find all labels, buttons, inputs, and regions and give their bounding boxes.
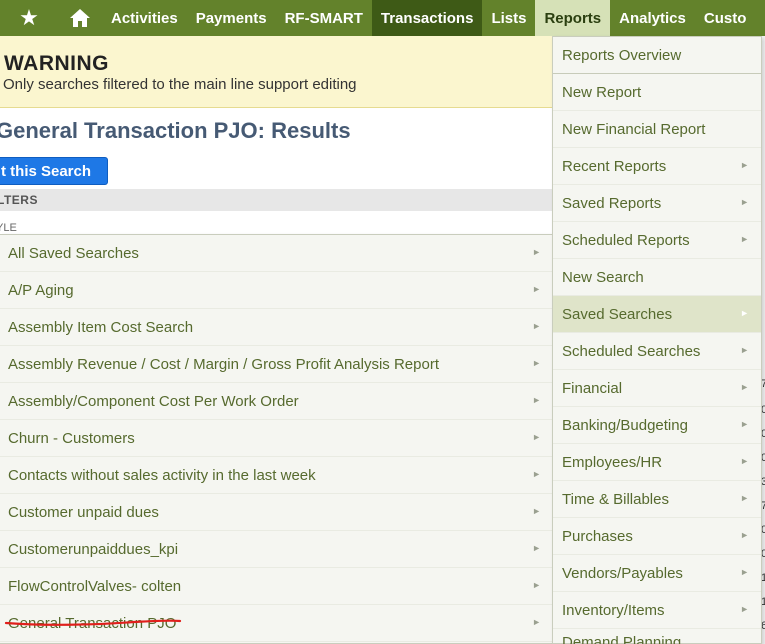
submenu-item-churn-customers[interactable]: Churn - Customers ► <box>0 420 553 457</box>
submenu-item-contacts-without-sales[interactable]: Contacts without sales activity in the l… <box>0 457 553 494</box>
chevron-right-icon: ► <box>740 234 749 244</box>
chevron-right-icon: ► <box>532 432 541 442</box>
menu-item-inventory-items[interactable]: Inventory/Items ► <box>553 592 761 629</box>
menu-item-saved-reports[interactable]: Saved Reports ► <box>553 185 761 222</box>
menu-item-label: Contacts without sales activity in the l… <box>8 466 316 484</box>
menu-item-label: Time & Billables <box>562 490 669 508</box>
menu-item-purchases[interactable]: Purchases ► <box>553 518 761 555</box>
menu-item-new-financial-report[interactable]: New Financial Report <box>553 111 761 148</box>
chevron-right-icon: ► <box>740 419 749 429</box>
menu-item-label: Churn - Customers <box>8 429 135 447</box>
chevron-right-icon: ► <box>532 284 541 294</box>
chevron-right-icon: ► <box>740 160 749 170</box>
submenu-item-ap-aging[interactable]: A/P Aging ► <box>0 272 553 309</box>
menu-item-label: Purchases <box>562 527 633 545</box>
red-underline-annotation <box>4 619 182 626</box>
menu-item-new-search[interactable]: New Search <box>553 259 761 296</box>
nav-activities[interactable]: Activities <box>102 0 187 36</box>
menu-item-label: Assembly/Component Cost Per Work Order <box>8 392 299 410</box>
nav-reports[interactable]: Reports <box>535 0 611 36</box>
submenu-item-assembly-revenue[interactable]: Assembly Revenue / Cost / Margin / Gross… <box>0 346 553 383</box>
nav-customization[interactable]: Custo <box>695 0 756 36</box>
chevron-right-icon: ► <box>532 617 541 627</box>
menu-item-time-billables[interactable]: Time & Billables ► <box>553 481 761 518</box>
filters-label: LTERS <box>0 193 38 207</box>
menu-item-label: Assembly Item Cost Search <box>8 318 194 336</box>
menu-item-reports-overview[interactable]: Reports Overview <box>553 37 761 74</box>
home-icon[interactable] <box>58 0 102 36</box>
star-icon[interactable]: ★ <box>0 0 58 36</box>
menu-item-scheduled-searches[interactable]: Scheduled Searches ► <box>553 333 761 370</box>
menu-item-scheduled-reports[interactable]: Scheduled Reports ► <box>553 222 761 259</box>
menu-item-recent-reports[interactable]: Recent Reports ► <box>553 148 761 185</box>
menu-item-label: Assembly Revenue / Cost / Margin / Gross… <box>8 355 439 373</box>
page-title: General Transaction PJO: Results <box>0 118 351 143</box>
menu-item-vendors-payables[interactable]: Vendors/Payables ► <box>553 555 761 592</box>
menu-item-label: Saved Reports <box>562 194 662 212</box>
reports-dropdown-menu: Reports Overview New Report New Financia… <box>552 36 762 644</box>
menu-item-label: Customerunpaiddues_kpi <box>8 540 179 558</box>
menu-item-label: New Search <box>562 268 644 286</box>
menu-item-label: Customer unpaid dues <box>8 503 159 521</box>
menu-item-label: Financial <box>562 379 623 397</box>
menu-item-label: FlowControlValves- colten <box>8 577 182 595</box>
nav-rf-smart[interactable]: RF-SMART <box>276 0 372 36</box>
menu-item-demand-planning[interactable]: Demand Planning <box>553 629 761 644</box>
chevron-right-icon: ► <box>532 321 541 331</box>
nav-transactions[interactable]: Transactions <box>371 0 483 36</box>
chevron-right-icon: ► <box>740 345 749 355</box>
menu-item-label: New Report <box>562 83 642 101</box>
menu-item-label: All Saved Searches <box>8 244 139 262</box>
chevron-right-icon: ► <box>532 247 541 257</box>
chevron-right-icon: ► <box>740 197 749 207</box>
menu-item-banking-budgeting[interactable]: Banking/Budgeting ► <box>553 407 761 444</box>
chevron-right-icon: ► <box>532 358 541 368</box>
nav-analytics[interactable]: Analytics <box>610 0 695 36</box>
submenu-item-assembly-item-cost[interactable]: Assembly Item Cost Search ► <box>0 309 553 346</box>
menu-item-new-report[interactable]: New Report <box>553 74 761 111</box>
chevron-right-icon: ► <box>532 395 541 405</box>
chevron-right-icon: ► <box>532 543 541 553</box>
submenu-item-customer-unpaid-dues[interactable]: Customer unpaid dues ► <box>0 494 553 531</box>
top-nav: ★ Activities Payments RF-SMART Transacti… <box>0 0 765 36</box>
submenu-item-customerunpaiddues-kpi[interactable]: Customerunpaiddues_kpi ► <box>0 531 553 568</box>
chevron-right-icon: ► <box>740 493 749 503</box>
menu-item-label: A/P Aging <box>8 281 74 299</box>
menu-item-label: Scheduled Reports <box>562 231 690 249</box>
submenu-item-assembly-component-cost[interactable]: Assembly/Component Cost Per Work Order ► <box>0 383 553 420</box>
warning-text: Only searches filtered to the main line … <box>3 76 357 93</box>
menu-item-label: Saved Searches <box>562 305 673 323</box>
chevron-right-icon: ► <box>740 382 749 392</box>
chevron-right-icon: ► <box>740 530 749 540</box>
nav-lists[interactable]: Lists <box>482 0 535 36</box>
menu-item-label: Scheduled Searches <box>562 342 701 360</box>
menu-item-saved-searches[interactable]: Saved Searches ► <box>553 296 761 333</box>
warning-title: WARNING <box>4 52 109 75</box>
chevron-right-icon: ► <box>532 580 541 590</box>
menu-item-financial[interactable]: Financial ► <box>553 370 761 407</box>
edit-search-button[interactable]: t this Search <box>0 157 108 185</box>
style-label: YLE <box>0 222 17 234</box>
chevron-right-icon: ► <box>740 604 749 614</box>
menu-item-label: New Financial Report <box>562 120 706 138</box>
chevron-right-icon: ► <box>740 456 749 466</box>
submenu-item-flowcontrolvalves[interactable]: FlowControlValves- colten ► <box>0 568 553 605</box>
filters-header[interactable]: LTERS <box>0 189 552 211</box>
menu-item-label: Reports Overview <box>562 46 682 64</box>
submenu-item-all-saved-searches[interactable]: All Saved Searches ► <box>0 235 553 272</box>
saved-searches-submenu: All Saved Searches ► A/P Aging ► Assembly … <box>0 234 554 644</box>
chevron-right-icon: ► <box>532 469 541 479</box>
chevron-right-icon: ► <box>532 506 541 516</box>
menu-item-label: Vendors/Payables <box>562 564 683 582</box>
menu-item-label: Demand Planning <box>562 634 682 644</box>
chevron-right-icon: ► <box>740 567 749 577</box>
menu-item-label: Banking/Budgeting <box>562 416 688 434</box>
nav-payments[interactable]: Payments <box>187 0 276 36</box>
menu-item-label: Employees/HR <box>562 453 663 471</box>
warning-banner: WARNING Only searches filtered to the ma… <box>0 36 552 108</box>
chevron-right-icon: ► <box>740 308 749 318</box>
menu-item-label: Inventory/Items <box>562 601 665 619</box>
menu-item-employees-hr[interactable]: Employees/HR ► <box>553 444 761 481</box>
menu-item-label: Recent Reports <box>562 157 667 175</box>
